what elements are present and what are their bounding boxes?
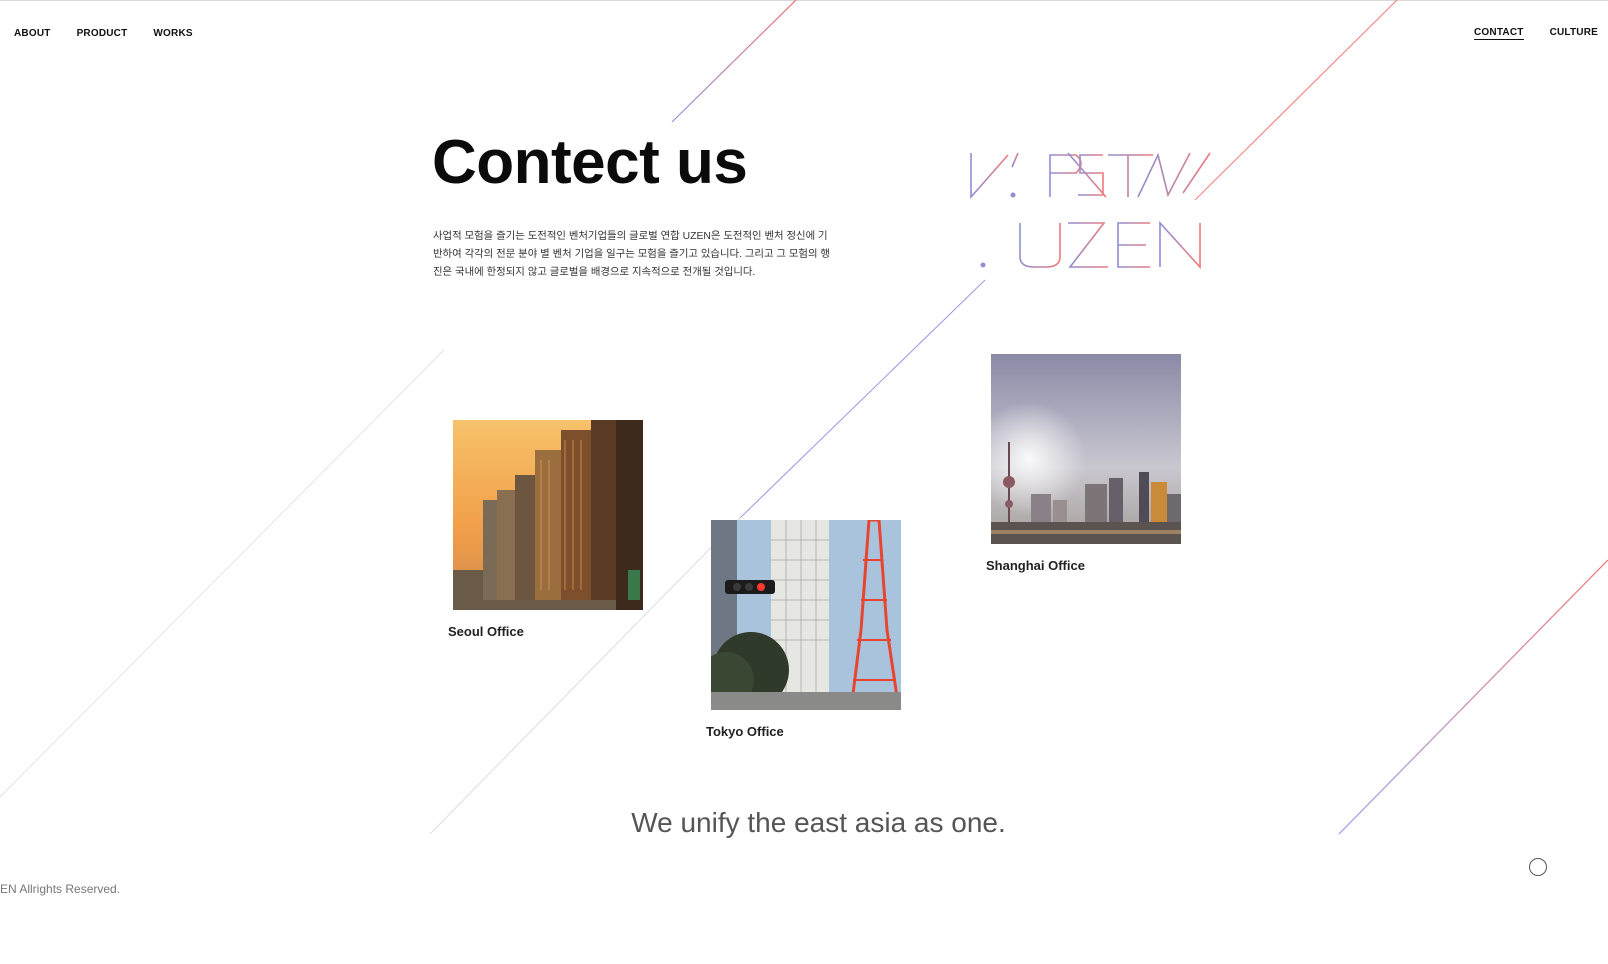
nav-culture[interactable]: CULTURE <box>1550 27 1598 40</box>
office-card-seoul[interactable]: Seoul Office <box>448 420 643 639</box>
page-title: Contect us <box>432 128 748 197</box>
deco-line-middle <box>739 279 986 519</box>
deco-line-bottom-right <box>1338 559 1608 835</box>
nav-about[interactable]: ABOUT <box>14 28 51 39</box>
uzen-logo <box>970 152 1211 270</box>
footer-copyright: EN Allrights Reserved. <box>0 882 121 896</box>
nav-product[interactable]: PRODUCT <box>77 28 128 39</box>
office-card-shanghai[interactable]: Shanghai Office <box>986 354 1181 573</box>
page-description: 사업적 모험을 즐기는 도전적인 벤처기업들의 글로벌 연합 UZEN은 도전적… <box>433 231 830 278</box>
office-name-shanghai: Shanghai Office <box>986 558 1085 573</box>
office-card-tokyo[interactable]: Tokyo Office <box>706 520 901 739</box>
tokyo-photo <box>711 520 901 710</box>
nav-contact[interactable]: CONTACT <box>1474 27 1524 40</box>
seoul-photo <box>453 420 643 610</box>
deco-line-top <box>671 0 797 123</box>
nav-right: CONTACT CULTURE <box>1448 27 1598 40</box>
scroll-top-circle-icon[interactable] <box>1529 858 1547 876</box>
top-border <box>0 0 1608 1</box>
office-name-seoul: Seoul Office <box>448 624 524 639</box>
nav-works[interactable]: WORKS <box>153 28 192 39</box>
shanghai-photo <box>991 354 1181 544</box>
tagline: We unify the east asia as one. <box>631 807 1006 838</box>
office-name-tokyo: Tokyo Office <box>706 724 784 739</box>
nav-left: ABOUT PRODUCT WORKS <box>14 28 219 39</box>
deco-line-left-gray <box>0 349 445 798</box>
